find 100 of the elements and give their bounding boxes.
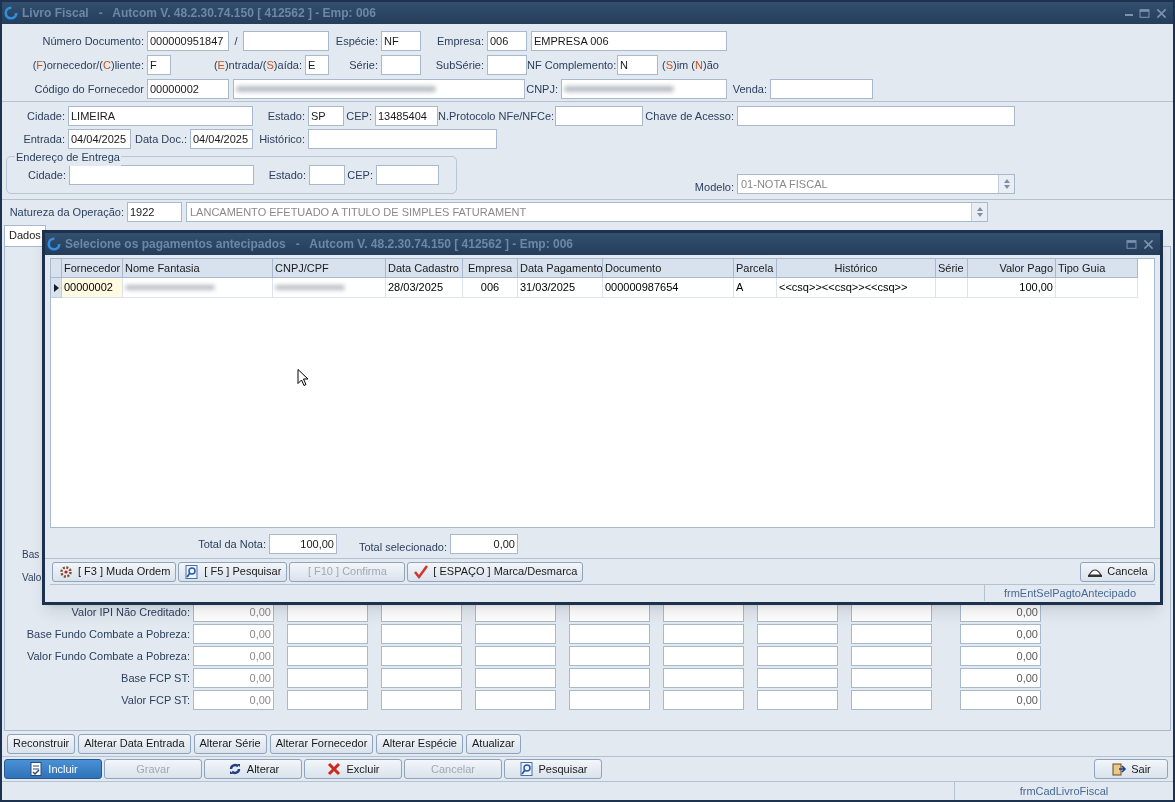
input-field[interactable] bbox=[287, 690, 368, 710]
input-field[interactable] bbox=[475, 624, 556, 644]
column-header[interactable]: Data Cadastro bbox=[386, 259, 463, 278]
input-field[interactable] bbox=[851, 624, 932, 644]
toolbar-button[interactable]: Pesquisar bbox=[504, 759, 602, 779]
input-field[interactable] bbox=[308, 129, 497, 149]
column-header[interactable]: Documento bbox=[603, 259, 734, 278]
input-field[interactable]: NF bbox=[381, 31, 421, 51]
field-label: Venda: bbox=[731, 81, 768, 97]
input-field[interactable]: E bbox=[305, 55, 329, 75]
input-field[interactable] bbox=[555, 106, 643, 126]
input-field[interactable]: F bbox=[147, 55, 171, 75]
field-label: NF Complemento: bbox=[527, 57, 617, 73]
field-label: SubSérie: bbox=[434, 57, 485, 73]
input-field[interactable]: 100,00 bbox=[269, 534, 337, 554]
input-field[interactable] bbox=[376, 165, 439, 185]
action-button[interactable]: Alterar Fornecedor bbox=[269, 733, 374, 754]
spinner-arrows-icon[interactable] bbox=[974, 205, 985, 219]
input-field[interactable] bbox=[663, 646, 744, 666]
dialog-button[interactable]: [ F5 ] Pesquisar bbox=[178, 561, 288, 582]
input-field[interactable]: 00000002 bbox=[147, 79, 229, 99]
input-field[interactable]: LIMEIRA bbox=[68, 106, 253, 126]
column-header[interactable]: CNPJ/CPF bbox=[273, 259, 386, 278]
tab[interactable]: Dados bbox=[4, 225, 46, 246]
input-field[interactable] bbox=[561, 79, 727, 99]
input-field[interactable] bbox=[757, 690, 838, 710]
column-header[interactable]: Fornecedor bbox=[62, 259, 123, 278]
action-button[interactable]: Alterar Série bbox=[193, 733, 267, 754]
column-header[interactable]: Parcela bbox=[734, 259, 777, 278]
cancel-button[interactable]: Cancela bbox=[1080, 561, 1155, 582]
input-field[interactable] bbox=[287, 646, 368, 666]
exit-button[interactable]: Sair bbox=[1094, 759, 1168, 779]
input-field[interactable] bbox=[381, 55, 421, 75]
input-field[interactable] bbox=[851, 646, 932, 666]
input-field[interactable] bbox=[381, 624, 462, 644]
dialog-button[interactable]: [ ESPAÇO ] Marca/Desmarca bbox=[407, 561, 584, 582]
input-field[interactable]: 0,00 bbox=[960, 646, 1041, 666]
input-field[interactable]: N bbox=[617, 55, 658, 75]
input-field[interactable] bbox=[757, 646, 838, 666]
input-field[interactable] bbox=[475, 646, 556, 666]
input-field[interactable] bbox=[851, 668, 932, 688]
input-field[interactable] bbox=[475, 668, 556, 688]
input-field[interactable] bbox=[663, 690, 744, 710]
toolbar-button[interactable]: Incluir bbox=[4, 759, 102, 779]
input-field[interactable] bbox=[569, 690, 650, 710]
input-field[interactable] bbox=[381, 668, 462, 688]
input-field[interactable]: 1922 bbox=[127, 202, 182, 222]
dialog-button[interactable]: [ F3 ] Muda Ordem bbox=[52, 561, 177, 582]
column-header[interactable]: Série bbox=[936, 259, 968, 278]
input-field[interactable] bbox=[757, 624, 838, 644]
input-field[interactable] bbox=[475, 690, 556, 710]
input-field[interactable] bbox=[233, 79, 525, 99]
action-button[interactable]: Alterar Espécie bbox=[376, 733, 463, 754]
input-field[interactable] bbox=[69, 165, 254, 185]
column-header[interactable]: Histórico bbox=[777, 259, 936, 278]
input-field[interactable] bbox=[663, 668, 744, 688]
input-field[interactable]: 0,00 bbox=[193, 690, 274, 710]
input-field[interactable] bbox=[851, 690, 932, 710]
input-field[interactable] bbox=[737, 106, 1015, 126]
field-label: Entrada: bbox=[22, 131, 66, 147]
input-field[interactable]: 0,00 bbox=[960, 690, 1041, 710]
input-field[interactable]: 04/04/2025 bbox=[68, 129, 131, 149]
dropdown-field[interactable]: 01-NOTA FISCAL bbox=[737, 174, 1015, 194]
column-header[interactable]: Nome Fantasia bbox=[123, 259, 273, 278]
dropdown-field[interactable]: LANCAMENTO EFETUADO A TITULO DE SIMPLES FATURAMENT bbox=[186, 202, 988, 222]
column-header[interactable]: Data Pagamento bbox=[518, 259, 603, 278]
input-field[interactable] bbox=[757, 668, 838, 688]
input-field[interactable] bbox=[569, 668, 650, 688]
input-field[interactable] bbox=[287, 624, 368, 644]
toolbar-button[interactable]: Excluir bbox=[304, 759, 402, 779]
toolbar-button[interactable]: Alterar bbox=[204, 759, 302, 779]
input-field[interactable]: 0,00 bbox=[193, 624, 274, 644]
input-field[interactable]: 13485404 bbox=[375, 106, 438, 126]
input-field[interactable]: 000000951847 bbox=[147, 31, 229, 51]
input-field[interactable]: 0,00 bbox=[193, 668, 274, 688]
input-field[interactable] bbox=[569, 646, 650, 666]
column-header[interactable]: Tipo Guia bbox=[1056, 259, 1138, 278]
input-field[interactable]: 006 bbox=[487, 31, 527, 51]
input-field[interactable] bbox=[309, 165, 345, 185]
spinner-arrows-icon[interactable] bbox=[1001, 177, 1012, 191]
input-field[interactable] bbox=[487, 55, 527, 75]
action-button[interactable]: Reconstruir bbox=[7, 733, 76, 754]
column-header[interactable]: Empresa bbox=[463, 259, 518, 278]
input-field[interactable] bbox=[770, 79, 873, 99]
input-field[interactable] bbox=[381, 690, 462, 710]
input-field[interactable] bbox=[381, 646, 462, 666]
input-field[interactable] bbox=[663, 624, 744, 644]
action-button[interactable]: Atualizar bbox=[466, 733, 521, 754]
input-field[interactable]: 0,00 bbox=[193, 646, 274, 666]
input-field[interactable]: EMPRESA 006 bbox=[531, 31, 727, 51]
action-button[interactable]: Alterar Data Entrada bbox=[78, 733, 191, 754]
input-field[interactable]: SP bbox=[308, 106, 344, 126]
input-field[interactable] bbox=[287, 668, 368, 688]
input-field[interactable]: 04/04/2025 bbox=[190, 129, 253, 149]
input-field[interactable]: 0,00 bbox=[960, 624, 1041, 644]
input-field[interactable]: 0,00 bbox=[450, 534, 518, 554]
input-field[interactable] bbox=[243, 31, 329, 51]
input-field[interactable]: 0,00 bbox=[960, 668, 1041, 688]
column-header[interactable]: Valor Pago bbox=[968, 259, 1056, 278]
input-field[interactable] bbox=[569, 624, 650, 644]
